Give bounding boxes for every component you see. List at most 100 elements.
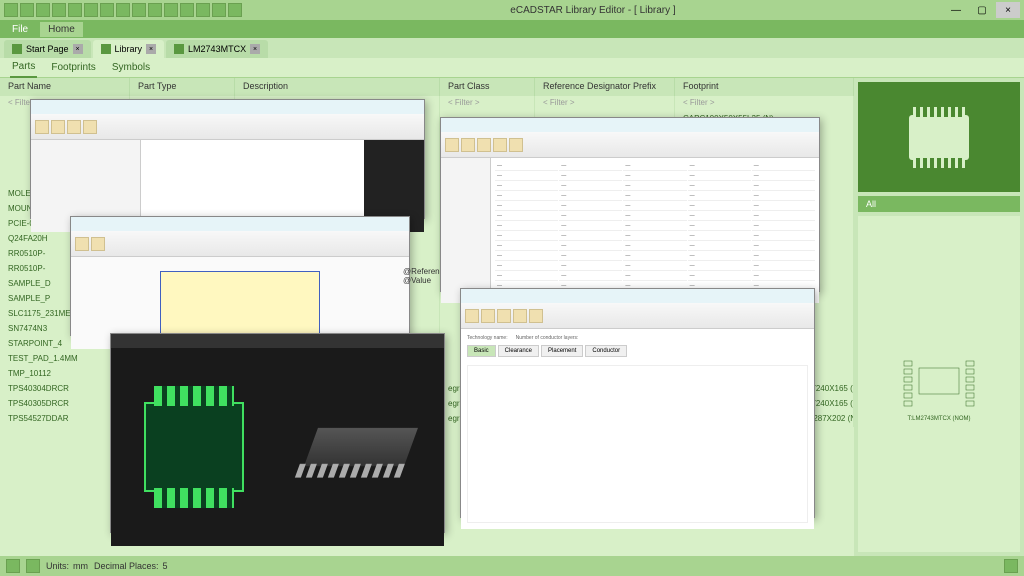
ribbon-icon[interactable] <box>509 138 523 152</box>
footprint-diagram <box>894 346 984 416</box>
close-icon[interactable]: × <box>73 44 83 54</box>
symbol-body[interactable] <box>160 271 320 336</box>
rules-tab[interactable]: Conductor <box>585 345 627 357</box>
ribbon-icon[interactable] <box>51 120 65 134</box>
ribbon-icon[interactable] <box>91 237 105 251</box>
form-label: Technology name: <box>467 335 508 341</box>
sub-tab-symbols[interactable]: Symbols <box>110 58 152 77</box>
ribbon-icon[interactable] <box>529 309 543 323</box>
layer-config-window[interactable]: ————————————————————————————————————————… <box>440 117 820 292</box>
rules-tab[interactable]: Clearance <box>498 345 539 357</box>
qat-icon[interactable] <box>84 3 98 17</box>
symbol-editor-window[interactable]: @Reference Designator @Value <box>70 216 410 336</box>
layer-grid[interactable]: ————————————————————————————————————————… <box>491 158 819 303</box>
preview-panel: All T:LM2743MTCX (NOM) <box>854 78 1024 556</box>
status-icon[interactable] <box>1004 559 1018 573</box>
dp-label: Decimal Places: <box>94 561 159 571</box>
child-ribbon <box>71 231 409 257</box>
child-titlebar[interactable] <box>441 118 819 132</box>
sub-tab-footprints[interactable]: Footprints <box>49 58 97 77</box>
tab-label: LM2743MTCX <box>188 44 246 54</box>
qat-icon[interactable] <box>116 3 130 17</box>
redo-icon[interactable] <box>52 3 66 17</box>
chip-3d-icon <box>304 428 418 466</box>
dp-value[interactable]: 5 <box>163 561 168 571</box>
maximize-button[interactable]: ▢ <box>970 2 994 18</box>
home-tab[interactable]: Home <box>40 22 83 37</box>
qat-icon[interactable] <box>164 3 178 17</box>
ribbon-icon[interactable] <box>35 120 49 134</box>
sub-tab-parts[interactable]: Parts <box>10 57 37 78</box>
library-icon <box>101 44 111 54</box>
rules-form[interactable]: Technology name: Number of conductor lay… <box>461 329 814 529</box>
qat-icon[interactable] <box>100 3 114 17</box>
title-bar: eCADSTAR Library Editor - [ Library ] — … <box>0 0 1024 20</box>
qat-icon[interactable] <box>148 3 162 17</box>
close-icon[interactable]: × <box>146 44 156 54</box>
tab-part[interactable]: LM2743MTCX × <box>166 40 268 58</box>
tab-library[interactable]: Library × <box>93 40 165 58</box>
minimize-button[interactable]: — <box>944 2 968 18</box>
tab-start-page[interactable]: Start Page × <box>4 40 91 58</box>
ribbon-icon[interactable] <box>493 138 507 152</box>
rules-content[interactable] <box>467 365 808 523</box>
qat-icon[interactable] <box>68 3 82 17</box>
col-refdes[interactable]: Reference Designator Prefix <box>535 78 675 96</box>
ribbon-icon[interactable] <box>513 309 527 323</box>
ribbon-icon[interactable] <box>461 138 475 152</box>
col-type[interactable]: Part Type <box>130 78 235 96</box>
layer-tree[interactable] <box>441 158 491 303</box>
footprint-2d-view[interactable] <box>111 348 278 546</box>
status-bar: Units: mm Decimal Places: 5 <box>0 556 1024 576</box>
part-properties-window[interactable] <box>30 99 425 219</box>
child-titlebar[interactable] <box>461 289 814 303</box>
ribbon-icon[interactable] <box>481 309 495 323</box>
sub-tabs: Parts Footprints Symbols <box>0 58 1024 78</box>
col-footprint[interactable]: Footprint <box>675 78 854 96</box>
status-icon[interactable] <box>6 559 20 573</box>
footprint-name: T:LM2743MTCX (NOM) <box>907 416 970 422</box>
ribbon-icon[interactable] <box>477 138 491 152</box>
undo-icon[interactable] <box>36 3 50 17</box>
ribbon-icon[interactable] <box>67 120 81 134</box>
home-icon <box>12 44 22 54</box>
save-icon[interactable] <box>20 3 34 17</box>
footprint-3d-view[interactable] <box>278 348 445 546</box>
part-icon <box>174 44 184 54</box>
ribbon-icon[interactable] <box>83 120 97 134</box>
units-value[interactable]: mm <box>73 561 88 571</box>
ribbon-icon[interactable] <box>465 309 479 323</box>
footprint-pads <box>144 402 244 492</box>
qat-icon[interactable] <box>132 3 146 17</box>
child-titlebar[interactable] <box>31 100 424 114</box>
col-name[interactable]: Part Name <box>0 78 130 96</box>
ribbon-icon[interactable] <box>75 237 89 251</box>
rules-tab[interactable]: Placement <box>541 345 583 357</box>
col-desc[interactable]: Description <box>235 78 440 96</box>
app-icon[interactable] <box>4 3 18 17</box>
filter-input[interactable]: < Filter > <box>535 96 675 112</box>
file-menu[interactable]: File <box>4 22 36 37</box>
ribbon-tabs: File Home <box>0 20 1024 38</box>
child-titlebar[interactable] <box>111 334 444 348</box>
chip-icon <box>909 115 969 160</box>
window-title: eCADSTAR Library Editor - [ Library ] <box>242 5 944 16</box>
qat-icon[interactable] <box>228 3 242 17</box>
close-icon[interactable]: × <box>250 44 260 54</box>
qat-icon[interactable] <box>180 3 194 17</box>
design-rules-window[interactable]: Technology name: Number of conductor lay… <box>460 288 815 518</box>
child-titlebar[interactable] <box>71 217 409 231</box>
footprint-editor-window[interactable] <box>110 333 445 533</box>
ribbon-icon[interactable] <box>445 138 459 152</box>
qat-icon[interactable] <box>196 3 210 17</box>
status-icon[interactable] <box>26 559 40 573</box>
all-filter-button[interactable]: All <box>858 196 1020 212</box>
filter-input[interactable]: < Filter > <box>440 96 535 112</box>
col-class[interactable]: Part Class <box>440 78 535 96</box>
rules-tab[interactable]: Basic <box>467 345 496 357</box>
filter-input[interactable]: < Filter > <box>675 96 854 112</box>
ribbon-icon[interactable] <box>497 309 511 323</box>
child-ribbon <box>31 114 424 140</box>
qat-icon[interactable] <box>212 3 226 17</box>
close-button[interactable]: × <box>996 2 1020 18</box>
